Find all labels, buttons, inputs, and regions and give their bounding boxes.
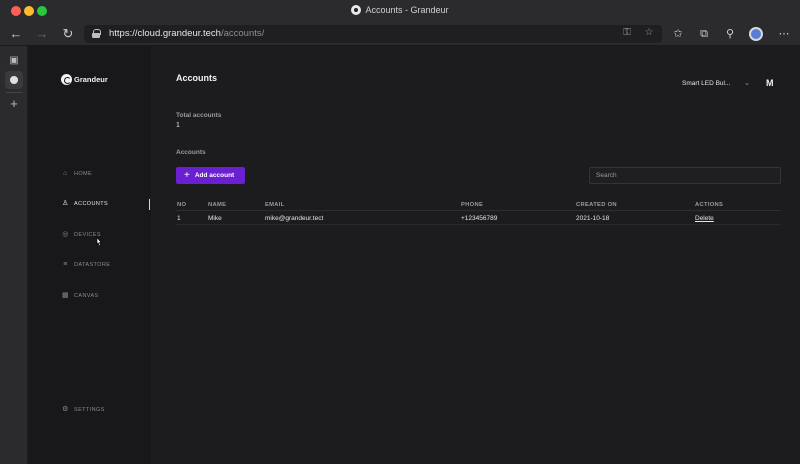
- reload-icon[interactable]: ↻: [59, 25, 77, 43]
- key-icon[interactable]: ⚿: [620, 27, 634, 38]
- brand-logo[interactable]: Grandeur: [61, 74, 108, 85]
- chevron-down-icon: ⌄: [744, 80, 750, 87]
- sidebar-item-label: DATASTORE: [74, 262, 111, 268]
- mouse-pointer-icon: [96, 237, 102, 247]
- cell-phone: +123456789: [461, 215, 498, 222]
- tab-actions-icon[interactable]: ▣: [7, 54, 21, 68]
- gear-icon: ⚙: [62, 406, 69, 413]
- favorites-icon[interactable]: ✩: [670, 25, 686, 43]
- sidebar-item-label: ACCOUNTS: [74, 201, 109, 207]
- url-path: /accounts/: [220, 28, 265, 39]
- table-header-row: NO NAME EMAIL PHONE CREATED ON ACTIONS: [176, 200, 781, 211]
- tab-divider: [6, 92, 22, 93]
- accounts-table: NO NAME EMAIL PHONE CREATED ON ACTIONS 1…: [176, 200, 781, 225]
- add-account-button[interactable]: + Add account: [176, 167, 245, 184]
- brand-name: Grandeur: [74, 75, 108, 84]
- sidebar-item-label: CANVAS: [74, 293, 99, 299]
- collections-icon[interactable]: ⧉: [696, 25, 712, 43]
- user-icon: ♙: [62, 200, 69, 207]
- column-header-created-on: CREATED ON: [576, 202, 617, 208]
- search-input[interactable]: [589, 167, 781, 184]
- sidebar-item-home[interactable]: ⌂ HOME: [61, 169, 92, 179]
- project-selector[interactable]: Smart LED Bul... ⌄: [676, 77, 756, 91]
- grandeur-favicon-icon: [351, 5, 362, 15]
- page-title: Accounts: [176, 73, 218, 83]
- devices-icon: ◎: [62, 231, 69, 238]
- table-row: 1 Mike mike@grandeur.tect +123456789 202…: [176, 211, 781, 225]
- address-bar[interactable]: https://cloud.grandeur.tech/accounts/ ⚿ …: [84, 25, 662, 43]
- sidebar-item-accounts[interactable]: ♙ ACCOUNTS: [61, 199, 108, 209]
- delete-account-link[interactable]: Delete: [695, 213, 714, 224]
- canvas-icon: ▦: [61, 292, 69, 299]
- extensions-icon[interactable]: ⚲: [722, 25, 738, 43]
- sidebar-item-settings[interactable]: ⚙ SETTINGS: [61, 405, 105, 415]
- sidebar-item-datastore[interactable]: ≡ DATASTORE: [61, 260, 110, 270]
- sidebar-item-canvas[interactable]: ▦ CANVAS: [61, 291, 99, 301]
- back-arrow-icon[interactable]: ←: [7, 25, 25, 43]
- browser-vertical-tabs: ▣ +: [0, 46, 28, 464]
- sidebar-item-label: HOME: [74, 171, 93, 177]
- main-content: Accounts Smart LED Bul... ⌄ M Total acco…: [151, 46, 800, 464]
- lock-icon: [92, 29, 101, 38]
- window-title: Accounts - Grandeur: [0, 5, 800, 15]
- window-title-text: Accounts - Grandeur: [365, 5, 449, 15]
- plus-icon: +: [184, 170, 190, 181]
- more-menu-icon[interactable]: ⋯: [776, 25, 792, 43]
- app-sidebar: Grandeur ⌂ HOME ♙ ACCOUNTS ◎ DEVICES ≡ DATAS…: [29, 46, 151, 464]
- column-header-no: NO: [177, 202, 187, 208]
- cell-created-on: 2021-10-18: [576, 215, 610, 222]
- accounts-section-label: Accounts: [176, 149, 206, 156]
- new-tab-icon[interactable]: +: [7, 97, 21, 111]
- cell-email: mike@grandeur.tect: [265, 215, 324, 222]
- window-titlebar: Accounts - Grandeur: [0, 0, 800, 22]
- browser-toolbar: ← → ↻ https://cloud.grandeur.tech/accoun…: [0, 22, 800, 46]
- cell-no: 1: [177, 215, 181, 222]
- grandeur-tab-icon[interactable]: [5, 71, 23, 89]
- column-header-phone: PHONE: [461, 202, 484, 208]
- profile-avatar[interactable]: [749, 27, 763, 41]
- url-host: https://cloud.grandeur.tech: [109, 28, 221, 39]
- forward-arrow-icon[interactable]: →: [33, 25, 51, 43]
- column-header-name: NAME: [208, 202, 227, 208]
- active-indicator: [149, 199, 150, 210]
- database-icon: ≡: [63, 261, 68, 268]
- add-account-label: Add account: [194, 172, 235, 179]
- total-accounts-value: 1: [176, 122, 180, 129]
- add-favorite-icon[interactable]: ☆: [642, 27, 656, 38]
- sidebar-item-label: SETTINGS: [74, 407, 105, 413]
- user-avatar[interactable]: M: [766, 78, 774, 88]
- home-icon: ⌂: [63, 170, 68, 177]
- cell-name: Mike: [208, 215, 222, 222]
- total-accounts-label: Total accounts: [176, 112, 222, 119]
- grandeur-logo-icon: [61, 74, 72, 85]
- url-text[interactable]: https://cloud.grandeur.tech/accounts/: [109, 28, 264, 39]
- column-header-email: EMAIL: [265, 202, 285, 208]
- project-name: Smart LED Bul...: [682, 80, 731, 87]
- column-header-actions: ACTIONS: [695, 202, 724, 208]
